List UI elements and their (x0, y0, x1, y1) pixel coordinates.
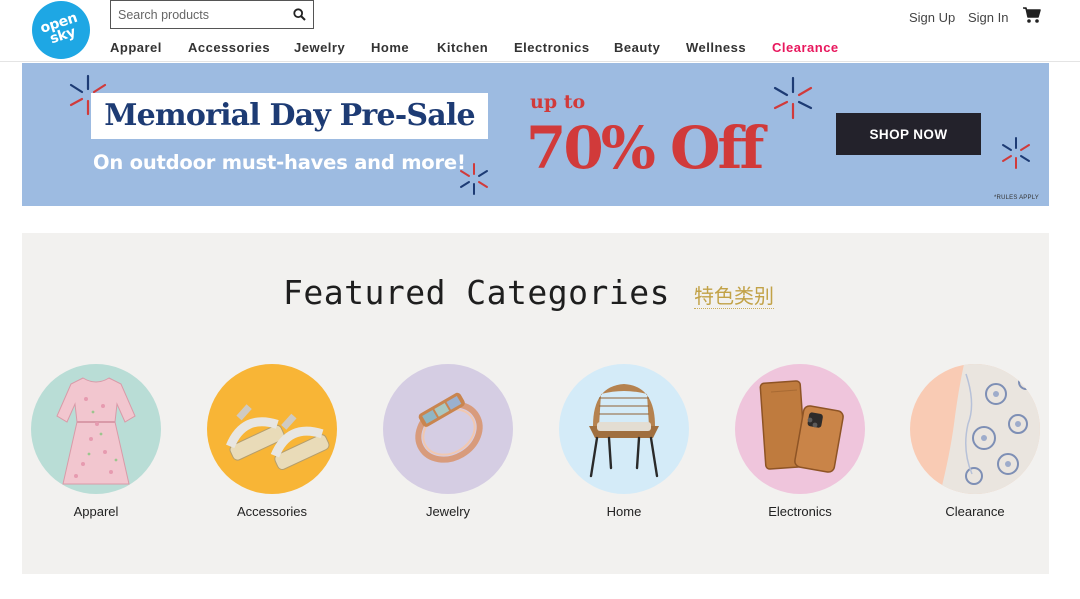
chair-icon (589, 384, 659, 478)
promo-discount: 70% Off (526, 114, 764, 182)
search-icon[interactable] (293, 8, 306, 21)
firework-icon (1002, 137, 1030, 169)
category-jewelry[interactable]: Jewelry (383, 364, 513, 524)
scarf-icon (940, 364, 1040, 494)
cart-icon[interactable] (1022, 6, 1042, 24)
nav-wellness[interactable]: Wellness (686, 40, 746, 55)
nav-electronics[interactable]: Electronics (514, 40, 590, 55)
category-apparel[interactable]: Apparel (31, 364, 161, 524)
category-label: Home (606, 504, 642, 519)
opensky-logo[interactable]: open sky (32, 1, 90, 59)
rules-apply-note: *RULES APPLY (994, 195, 1039, 201)
promo-subtitle: On outdoor must-haves and more! (93, 151, 466, 174)
category-home[interactable]: Home (559, 364, 689, 524)
promo-upto: up to (530, 91, 586, 113)
category-label: Accessories (236, 504, 308, 519)
sign-up-link[interactable]: Sign Up (909, 10, 955, 25)
logo-text: open sky (38, 9, 80, 48)
ring-icon (415, 392, 483, 463)
category-label: Electronics (768, 504, 832, 519)
promo-banner[interactable]: Memorial Day Pre-Sale On outdoor must-ha… (22, 63, 1049, 206)
featured-categories-section: Featured Categories 特色类别 Apparel Accesso… (22, 233, 1049, 574)
category-electronics[interactable]: Electronics (735, 364, 865, 524)
nav-clearance[interactable]: Clearance (772, 40, 839, 55)
category-label: Clearance (945, 504, 1005, 519)
nav-apparel[interactable]: Apparel (110, 40, 162, 55)
sign-in-link[interactable]: Sign In (968, 10, 1008, 25)
nav-accessories[interactable]: Accessories (188, 40, 270, 55)
search-box (110, 0, 314, 29)
site-header: opensky Apparel Accessories Jewelry Home… (0, 0, 1080, 62)
category-label: Jewelry (425, 504, 471, 519)
category-image (383, 364, 513, 494)
featured-title: Featured Categories (283, 273, 670, 312)
category-image (910, 364, 1040, 494)
firework-icon (773, 76, 813, 120)
shop-now-button[interactable]: SHOP NOW (836, 113, 981, 155)
nav-jewelry[interactable]: Jewelry (294, 40, 345, 55)
category-image (735, 364, 865, 494)
search-input[interactable] (111, 1, 289, 28)
dress-icon (56, 377, 136, 485)
nav-home[interactable]: Home (371, 40, 409, 55)
nav-kitchen[interactable]: Kitchen (437, 40, 488, 55)
promo-title: Memorial Day Pre-Sale (104, 98, 475, 133)
promo-title-box: Memorial Day Pre-Sale (91, 93, 488, 139)
category-image (31, 364, 161, 494)
category-image (559, 364, 689, 494)
nav-beauty[interactable]: Beauty (614, 40, 660, 55)
category-image (207, 364, 337, 494)
featured-title-translation: 特色类别 (694, 284, 774, 309)
sandals-icon (226, 404, 330, 470)
category-accessories[interactable]: Accessories (207, 364, 337, 524)
phone-case-icon (759, 380, 844, 473)
category-clearance[interactable]: Clearance (910, 364, 1040, 524)
category-label: Apparel (73, 504, 119, 519)
